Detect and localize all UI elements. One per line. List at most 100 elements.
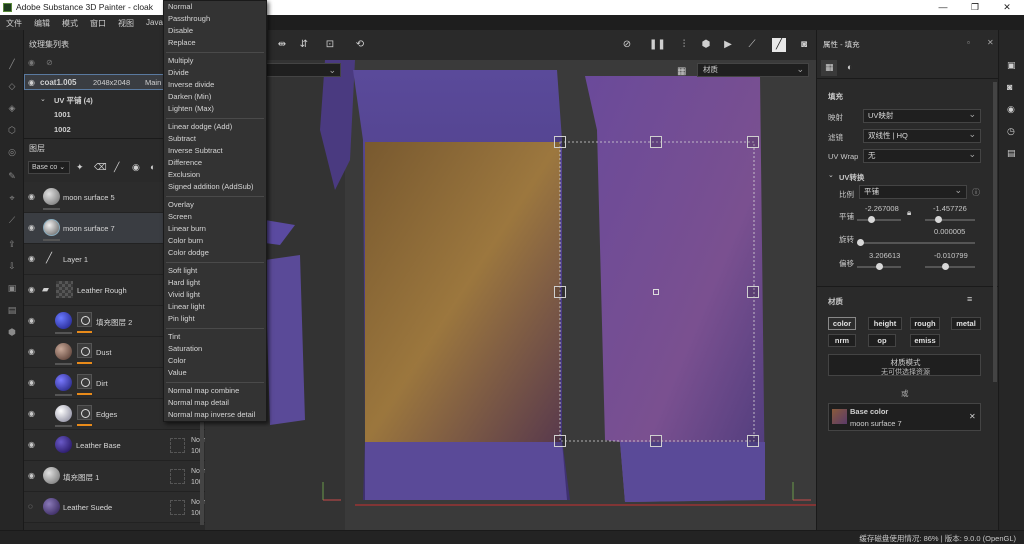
mask-thumbnail[interactable] (77, 374, 92, 389)
transform-handle[interactable] (747, 286, 759, 298)
rotate-value[interactable]: 0.000005 (934, 227, 965, 236)
uv-tile-1002[interactable]: 1002 (54, 125, 71, 134)
blend-mode-option[interactable]: Linear burn (168, 224, 206, 233)
blend-mode-option[interactable]: Inverse Subtract (168, 146, 223, 155)
blend-mode-option[interactable]: Tint (168, 332, 180, 341)
eye-icon[interactable]: ◉ (28, 409, 38, 419)
maximize-button[interactable]: ❐ (961, 0, 989, 15)
tile-x-value[interactable]: -2.267008 (865, 204, 899, 213)
mask-slot[interactable] (170, 469, 185, 484)
channel-height-button[interactable]: height (868, 317, 902, 330)
undock-icon[interactable]: ▫ (967, 38, 970, 47)
hide-uv-icon[interactable]: ⊘ (620, 38, 634, 52)
tile-y-knob[interactable] (935, 216, 942, 223)
history-icon[interactable]: ◷ (1007, 126, 1015, 137)
menu-file[interactable]: 文件 (6, 18, 22, 29)
blend-mode-option[interactable]: Difference (168, 158, 202, 167)
eye-icon[interactable]: ◉ (28, 347, 38, 357)
paint-mode-icon[interactable]: ╱ (772, 38, 786, 52)
transform-center-handle[interactable] (653, 289, 659, 295)
eye-icon[interactable]: ◉ (28, 471, 38, 481)
blend-mode-dropdown[interactable]: Normal Passthrough Disable Replace Multiply D… (163, 0, 267, 422)
offset-y-slider[interactable] (925, 266, 975, 268)
blend-mode-option[interactable]: Value (168, 368, 187, 377)
tile-x-slider[interactable] (857, 219, 901, 221)
blend-mode-option[interactable]: Linear light (168, 302, 205, 311)
menu-edit[interactable]: 编辑 (34, 18, 50, 29)
mapping-select[interactable]: UV映射 (863, 108, 981, 123)
blend-mode-option[interactable]: Disable (168, 26, 193, 35)
transform-handle[interactable] (554, 136, 566, 148)
menu-view[interactable]: 视图 (118, 18, 134, 29)
tile-y-slider[interactable] (925, 219, 975, 221)
lock-icon[interactable]: 🔒︎ (907, 208, 911, 218)
blend-mode-option[interactable]: Overlay (168, 200, 194, 209)
geometry-mask-icon[interactable]: ⬡ (6, 124, 18, 136)
blend-mode-option[interactable]: Divide (168, 68, 189, 77)
eye-icon[interactable]: ◉ (28, 254, 38, 264)
blend-mode-option[interactable]: Subtract (168, 134, 196, 143)
blend-mode-option[interactable]: Saturation (168, 344, 202, 353)
eye-icon[interactable]: ◌ (28, 502, 38, 512)
channel-op-button[interactable]: op (868, 334, 896, 347)
channel-metal-button[interactable]: metal (951, 317, 981, 330)
blend-mode-option[interactable]: Lighten (Max) (168, 104, 214, 113)
blend-mode-option[interactable]: Inverse divide (168, 80, 214, 89)
menu-window[interactable]: 窗口 (90, 18, 106, 29)
offset-y-value[interactable]: -0.010799 (934, 251, 968, 260)
add-fill-layer-icon[interactable]: ◉ (132, 162, 140, 173)
import-icon[interactable]: ⇩ (6, 260, 18, 272)
uvwrap-select[interactable]: 无 (863, 148, 981, 163)
rotate-knob[interactable] (857, 239, 864, 246)
menu-javascript[interactable]: Java (146, 18, 163, 27)
mask-thumbnail[interactable] (77, 405, 92, 420)
offset-x-knob[interactable] (876, 263, 883, 270)
properties-scrollbar[interactable] (993, 82, 997, 382)
blend-mode-option[interactable]: Normal (168, 2, 192, 11)
eye-icon[interactable]: ◉ (28, 440, 38, 450)
fit-icon[interactable]: ⊡ (323, 38, 337, 52)
symmetry-icon[interactable]: ⫶ (677, 38, 691, 52)
list-icon[interactable]: ≡ (967, 294, 972, 304)
layer-row[interactable]: ◉ Leather Base Norm 100 (24, 430, 208, 461)
add-mask-icon[interactable]: ⌫ (94, 162, 107, 173)
transform-handle[interactable] (554, 435, 566, 447)
screenshot-icon[interactable]: ◙ (797, 38, 811, 52)
eye-icon[interactable]: ◉ (28, 192, 38, 202)
eye-icon[interactable]: ◉ (28, 78, 35, 87)
pause-icon[interactable]: ❚❚ (649, 38, 666, 52)
blend-mode-option[interactable]: Signed addition (AddSub) (168, 182, 253, 191)
clear-icon[interactable]: ✕ (969, 412, 976, 421)
blend-mode-option[interactable]: Color (168, 356, 186, 365)
blend-mode-option[interactable]: Soft light (168, 266, 197, 275)
cube-icon[interactable]: ⬢ (6, 326, 18, 338)
rotate-slider[interactable] (857, 242, 975, 244)
smudge-icon[interactable]: ◎ (6, 146, 18, 158)
shelf-icon[interactable]: ▣ (1007, 60, 1016, 71)
folder-icon[interactable]: ▰ (42, 284, 49, 295)
camera-icon[interactable]: ▶ (721, 38, 735, 52)
bake-icon[interactable]: ⟋ (6, 214, 18, 226)
cube-view-icon[interactable]: ⬢ (699, 38, 713, 52)
fill-tab[interactable]: ▦ (821, 60, 837, 76)
mask-thumbnail[interactable] (77, 312, 92, 327)
scale-select[interactable]: 平铺 (859, 184, 967, 199)
add-paint-layer-icon[interactable]: ╱ (114, 162, 119, 173)
eye-icon[interactable]: ◉ (28, 285, 38, 295)
mask-thumbnail[interactable] (77, 343, 92, 358)
channel-nrm-button[interactable]: nrm (828, 334, 856, 347)
camera-select[interactable]: ⌄ (255, 63, 341, 77)
display-icon[interactable]: ▤ (6, 304, 18, 316)
uv-canvas[interactable] (205, 30, 816, 530)
blend-mode-option[interactable]: Pin light (168, 314, 195, 323)
material-mode-select[interactable]: 材质模式 无可供选择资源 (828, 354, 981, 376)
offset-x-value[interactable]: 3.206613 (869, 251, 900, 260)
channel-rough-button[interactable]: rough (910, 317, 940, 330)
blend-mode-option[interactable]: Normal map combine (168, 386, 239, 395)
reset-icon[interactable]: ⟲ (353, 38, 367, 52)
layer-row[interactable]: ◉ 填充图层 1 Norm 100 (24, 461, 208, 492)
channel-color-button[interactable]: color (828, 317, 856, 330)
blend-mode-option[interactable]: Linear dodge (Add) (168, 122, 232, 131)
paint-brush-icon[interactable]: ╱ (6, 58, 18, 70)
mask-slot[interactable] (170, 438, 185, 453)
